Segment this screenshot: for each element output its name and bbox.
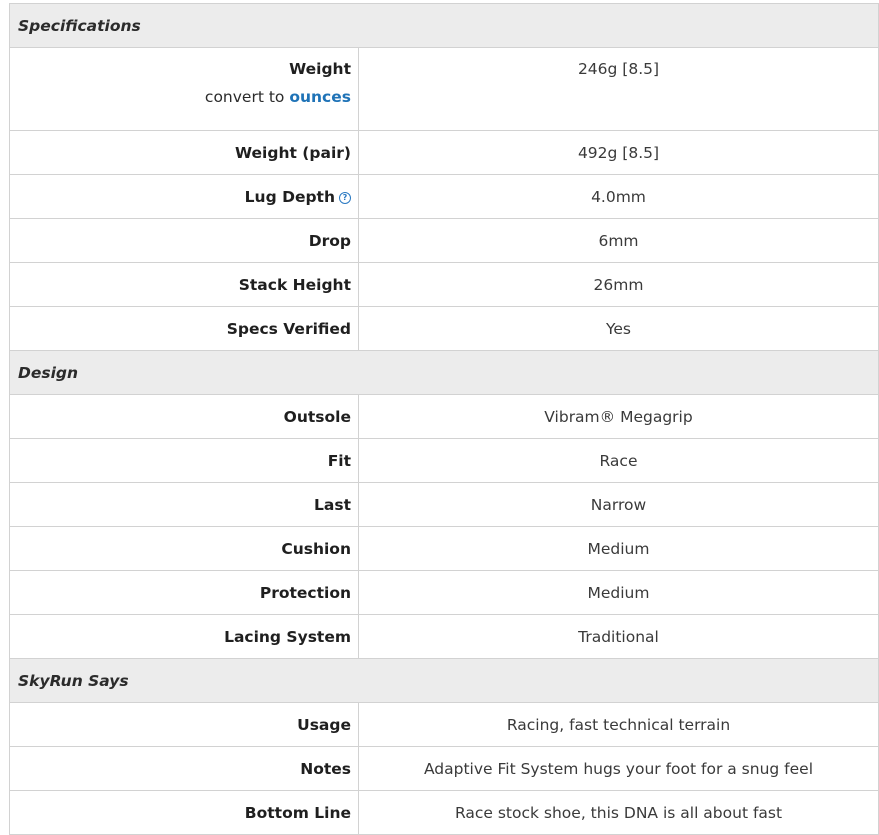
spec-label: Protection	[9, 570, 359, 615]
spec-row-stack-height: Stack Height 26mm	[9, 262, 879, 307]
spec-value: Adaptive Fit System hugs your foot for a…	[358, 746, 879, 791]
spec-value: Racing, fast technical terrain	[358, 702, 879, 747]
spec-value: 246g [8.5]	[358, 47, 879, 131]
spec-row-outsole: Outsole Vibram® Megagrip	[9, 394, 879, 439]
spec-row-weight-pair: Weight (pair) 492g [8.5]	[9, 130, 879, 175]
spec-row-weight: Weight convert to ounces 246g [8.5]	[9, 47, 879, 131]
spec-label: Outsole	[9, 394, 359, 439]
spec-value: Race	[358, 438, 879, 483]
spec-label: Lug Depth	[244, 187, 335, 206]
spec-label: Fit	[9, 438, 359, 483]
spec-value: Medium	[358, 526, 879, 571]
spec-row-lug-depth: Lug Depth? 4.0mm	[9, 174, 879, 219]
convert-prefix: convert to	[204, 88, 285, 106]
spec-label: Lacing System	[9, 614, 359, 659]
spec-label: Specs Verified	[9, 306, 359, 351]
spec-label: Stack Height	[9, 262, 359, 307]
convert-line: convert to ounces	[10, 87, 351, 107]
spec-value: Yes	[358, 306, 879, 351]
spec-row-drop: Drop 6mm	[9, 218, 879, 263]
spec-row-cushion: Cushion Medium	[9, 526, 879, 571]
spec-label: Cushion	[9, 526, 359, 571]
spec-value: Medium	[358, 570, 879, 615]
spec-row-last: Last Narrow	[9, 482, 879, 527]
spec-value: Traditional	[358, 614, 879, 659]
spec-row-notes: Notes Adaptive Fit System hugs your foot…	[9, 746, 879, 791]
spec-table: Specifications Weight convert to ounces …	[9, 3, 879, 835]
spec-label: Weight (pair)	[9, 130, 359, 175]
spec-value: Vibram® Megagrip	[358, 394, 879, 439]
spec-row-usage: Usage Racing, fast technical terrain	[9, 702, 879, 747]
spec-value: Race stock shoe, this DNA is all about f…	[358, 790, 879, 835]
ounces-link[interactable]: ounces	[289, 88, 351, 106]
spec-label: Drop	[9, 218, 359, 263]
spec-value: 492g [8.5]	[358, 130, 879, 175]
section-header-design: Design	[9, 350, 879, 395]
spec-value: 4.0mm	[358, 174, 879, 219]
spec-row-specs-verified: Specs Verified Yes	[9, 306, 879, 351]
spec-label: Bottom Line	[9, 790, 359, 835]
spec-label: Weight	[289, 60, 351, 78]
section-title: Design	[9, 350, 879, 395]
spec-label: Usage	[9, 702, 359, 747]
spec-row-bottom-line: Bottom Line Race stock shoe, this DNA is…	[9, 790, 879, 835]
section-title: Specifications	[9, 3, 879, 48]
spec-value: 6mm	[358, 218, 879, 263]
section-header-specifications: Specifications	[9, 3, 879, 48]
help-icon[interactable]: ?	[339, 191, 351, 204]
section-title: SkyRun Says	[9, 658, 879, 703]
spec-label-cell: Weight convert to ounces	[9, 47, 359, 131]
spec-row-protection: Protection Medium	[9, 570, 879, 615]
spec-row-lacing-system: Lacing System Traditional	[9, 614, 879, 659]
spec-label-cell: Lug Depth?	[9, 174, 359, 219]
spec-row-fit: Fit Race	[9, 438, 879, 483]
spec-value: Narrow	[358, 482, 879, 527]
spec-value: 26mm	[358, 262, 879, 307]
spec-label: Notes	[9, 746, 359, 791]
spec-label: Last	[9, 482, 359, 527]
section-header-skyrun-says: SkyRun Says	[9, 658, 879, 703]
